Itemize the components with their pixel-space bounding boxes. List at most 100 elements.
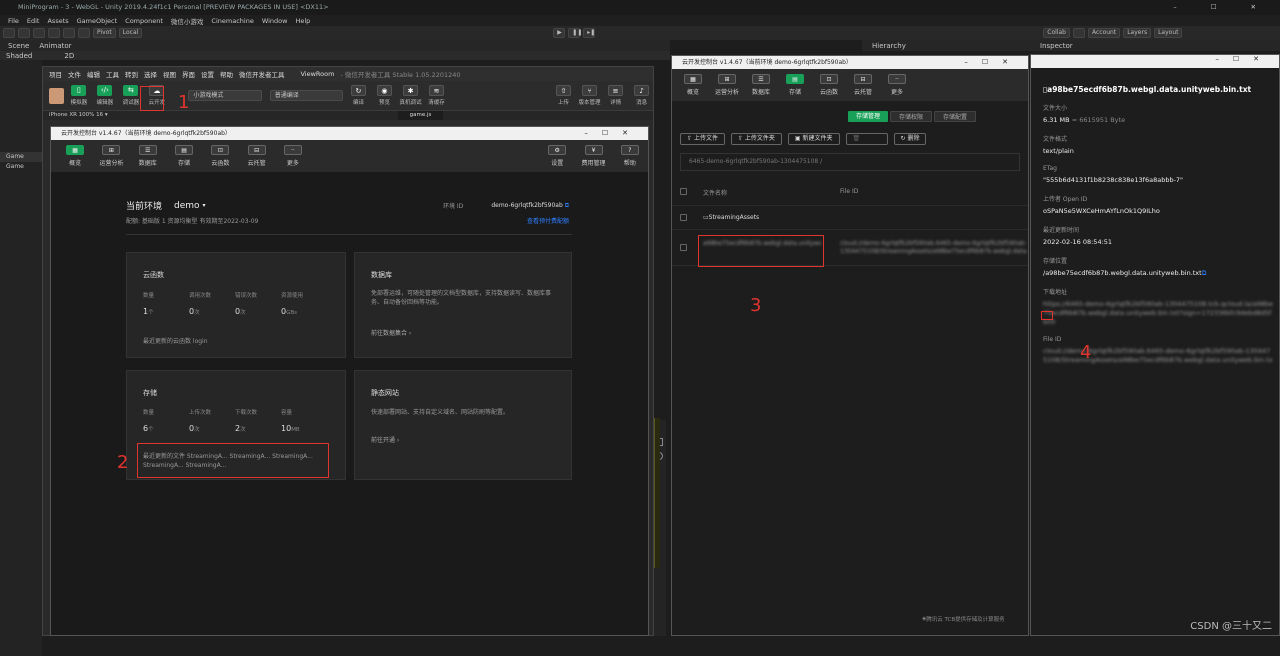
row-checkbox[interactable] bbox=[680, 244, 687, 251]
dt-menu-file[interactable]: 文件 bbox=[68, 69, 81, 79]
menu-cinemachine[interactable]: Cinemachine bbox=[211, 17, 253, 25]
pivot-button[interactable]: Pivot bbox=[93, 28, 116, 38]
dt-menu-project[interactable]: 项目 bbox=[49, 69, 62, 79]
tab-storage-perm[interactable]: 存储权限 bbox=[890, 111, 932, 122]
nav-analytics[interactable]: ⊞运营分析 bbox=[93, 145, 129, 167]
rect-tool-icon[interactable] bbox=[63, 28, 75, 38]
simulator-button[interactable]: ▯模拟器 bbox=[67, 85, 90, 106]
table-row[interactable]: ▭ StreamingAssets bbox=[672, 206, 1028, 230]
dt-menu-select[interactable]: 选择 bbox=[144, 69, 157, 79]
debugger-button[interactable]: ⇆调试器 bbox=[119, 85, 142, 106]
tab-storage-config[interactable]: 存储配置 bbox=[934, 111, 976, 122]
nav2-functions[interactable]: ⊡云函数 bbox=[812, 74, 846, 96]
database-link[interactable]: 前往数据集合 › bbox=[371, 328, 411, 337]
upload-button[interactable]: ⇧上传 bbox=[552, 85, 575, 106]
compile-button[interactable]: ↻编译 bbox=[347, 85, 370, 106]
download-url[interactable]: https://6465-demo-6grlqtfk2bf590ab-13044… bbox=[1043, 300, 1273, 327]
new-folder-button[interactable]: ▣ 新建文件夹 bbox=[788, 133, 840, 145]
details-button[interactable]: ≡详情 bbox=[604, 85, 627, 106]
menu-assets[interactable]: Assets bbox=[47, 17, 68, 25]
console2-window-controls[interactable]: –☐✕ bbox=[964, 56, 1022, 69]
nav2-more[interactable]: ··更多 bbox=[880, 74, 914, 96]
cloud-icon[interactable] bbox=[1073, 28, 1085, 38]
mode-select[interactable]: 小游戏模式 bbox=[188, 90, 261, 101]
nav-database[interactable]: ☰数据库 bbox=[130, 145, 166, 167]
select-all-checkbox[interactable] bbox=[680, 188, 687, 195]
menu-edit[interactable]: Edit bbox=[27, 17, 40, 25]
dt-menu-edit[interactable]: 编辑 bbox=[87, 69, 100, 79]
file-tab-gamejs[interactable]: game.js bbox=[398, 111, 444, 120]
dt-menu-settings[interactable]: 设置 bbox=[201, 69, 214, 79]
nav-billing[interactable]: ¥费用管理 bbox=[575, 145, 611, 167]
functions-recent[interactable]: 最近更新的云函数 login bbox=[143, 336, 208, 345]
version-button[interactable]: ⑂版本管理 bbox=[578, 85, 601, 106]
twod-toggle[interactable]: 2D bbox=[64, 52, 74, 60]
delete-button[interactable]: ↻ 删除 bbox=[894, 133, 927, 145]
menu-wechat-minigame[interactable]: 微信小游戏 bbox=[171, 16, 204, 26]
messages-button[interactable]: ♪消息 bbox=[630, 85, 653, 106]
play-icon[interactable]: ▶ bbox=[553, 28, 565, 38]
nav-help[interactable]: ?帮助 bbox=[612, 145, 648, 167]
tab-animator[interactable]: Animator bbox=[39, 42, 71, 50]
dt-menu-tools[interactable]: 工具 bbox=[106, 69, 119, 79]
caret-down-icon[interactable]: ▾ bbox=[203, 202, 206, 209]
tab-game[interactable]: Game bbox=[0, 152, 42, 162]
preview-button[interactable]: ◉预览 bbox=[373, 85, 396, 106]
transform-tool-icon[interactable] bbox=[78, 28, 90, 38]
tab-game-view[interactable]: Game bbox=[0, 162, 42, 172]
nav-overview[interactable]: ▦概览 bbox=[57, 145, 93, 167]
env-name[interactable]: demo bbox=[174, 201, 200, 211]
tab-storage-manage[interactable]: 存储管理 bbox=[848, 111, 888, 122]
clear-cache-button[interactable]: ≋清缓存 bbox=[425, 85, 448, 106]
dt-menu-ui[interactable]: 界面 bbox=[182, 69, 195, 79]
layers-button[interactable]: Layers bbox=[1123, 28, 1151, 38]
avatar[interactable] bbox=[49, 88, 64, 104]
menu-gameobject[interactable]: GameObject bbox=[77, 17, 118, 25]
dt-menu-help[interactable]: 帮助 bbox=[220, 69, 233, 79]
nav2-hosting[interactable]: ⊟云托管 bbox=[846, 74, 880, 96]
path-breadcrumb[interactable]: 6465-demo-6grlqtfk2bf590ab-1304475108 / bbox=[680, 153, 1020, 171]
upload-folder-button[interactable]: ⇧ 上传文件夹 bbox=[731, 133, 782, 145]
hand-tool-icon[interactable] bbox=[3, 28, 15, 38]
copy-icon[interactable]: ⧉ bbox=[1202, 269, 1207, 277]
rotate-tool-icon[interactable] bbox=[33, 28, 45, 38]
compile-select[interactable]: 普通编译 bbox=[270, 90, 343, 101]
console1-window-controls[interactable]: –☐✕ bbox=[584, 127, 642, 140]
editor-button[interactable]: ‹/›编辑器 bbox=[93, 85, 116, 106]
shaded-select[interactable]: Shaded bbox=[6, 52, 32, 60]
dt-menu-wechat[interactable]: 微信开发者工具 bbox=[239, 69, 285, 79]
scale-tool-icon[interactable] bbox=[48, 28, 60, 38]
tab-inspector[interactable]: Inspector bbox=[1040, 42, 1073, 50]
nav2-analytics[interactable]: ⊞运营分析 bbox=[710, 74, 744, 96]
copy-icon[interactable]: ⧉ bbox=[565, 202, 569, 210]
nav-settings[interactable]: ⚙设置 bbox=[539, 145, 575, 167]
nav2-database[interactable]: ☰数据库 bbox=[744, 74, 778, 96]
folder-cell[interactable]: ▭ StreamingAssets bbox=[703, 214, 759, 221]
inspector-window-controls[interactable]: –☐✕ bbox=[1215, 55, 1273, 63]
nav2-storage[interactable]: ▤存储 bbox=[778, 74, 812, 96]
nav2-overview[interactable]: ▦概览 bbox=[676, 74, 710, 96]
nav-functions[interactable]: ⊡云函数 bbox=[202, 145, 238, 167]
account-button[interactable]: Account bbox=[1088, 28, 1120, 38]
scene-view[interactable]: Game Game bbox=[0, 60, 42, 656]
move-tool-icon[interactable] bbox=[18, 28, 30, 38]
menu-file[interactable]: File bbox=[8, 17, 19, 25]
remote-debug-button[interactable]: ✱真机调试 bbox=[399, 85, 422, 106]
menu-help[interactable]: Help bbox=[295, 17, 310, 25]
local-button[interactable]: Local bbox=[119, 28, 143, 38]
step-icon[interactable]: ▸❚ bbox=[583, 28, 595, 38]
window-controls[interactable]: – ☐ ✕ bbox=[1173, 0, 1272, 15]
dt-menu-goto[interactable]: 转到 bbox=[125, 69, 138, 79]
tab-scene[interactable]: Scene bbox=[8, 42, 29, 50]
tab-hierarchy[interactable]: Hierarchy bbox=[872, 42, 906, 50]
row-checkbox[interactable] bbox=[680, 214, 687, 221]
layout-button[interactable]: Layout bbox=[1154, 28, 1182, 38]
nav-hosting[interactable]: ⊟云托管 bbox=[238, 145, 274, 167]
menu-window[interactable]: Window bbox=[262, 17, 288, 25]
collab-button[interactable]: Collab bbox=[1043, 28, 1070, 38]
menu-component[interactable]: Component bbox=[125, 17, 163, 25]
quota-link[interactable]: 查看预付费配额 bbox=[527, 216, 569, 225]
nav-more[interactable]: ··更多 bbox=[275, 145, 311, 167]
pause-icon[interactable]: ❚❚ bbox=[568, 28, 580, 38]
delete-disabled-button[interactable]: 🗑 bbox=[846, 133, 888, 145]
